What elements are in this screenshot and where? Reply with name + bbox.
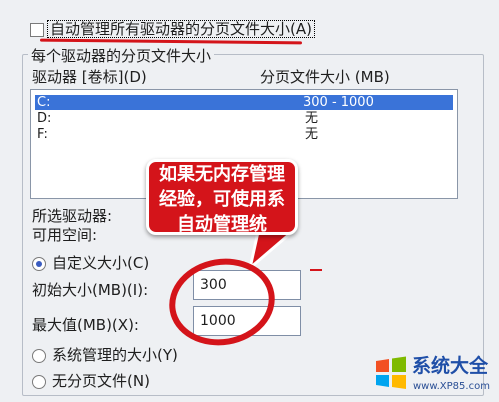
watermark-brand: 系统大全 (412, 355, 489, 377)
windows-logo-icon (374, 356, 408, 390)
watermark-url: www.XP85.com (413, 381, 490, 392)
callout-pointer (248, 230, 294, 270)
callout-line: 如果无内存管理 (159, 164, 285, 185)
callout-line: 自动管理统 (177, 214, 267, 235)
callout-bubble: 如果无内存管理 经验，可使用系 自动管理统 (146, 159, 298, 235)
annotation-circle (169, 258, 275, 346)
callout-line: 经验，可使用系 (159, 189, 285, 210)
